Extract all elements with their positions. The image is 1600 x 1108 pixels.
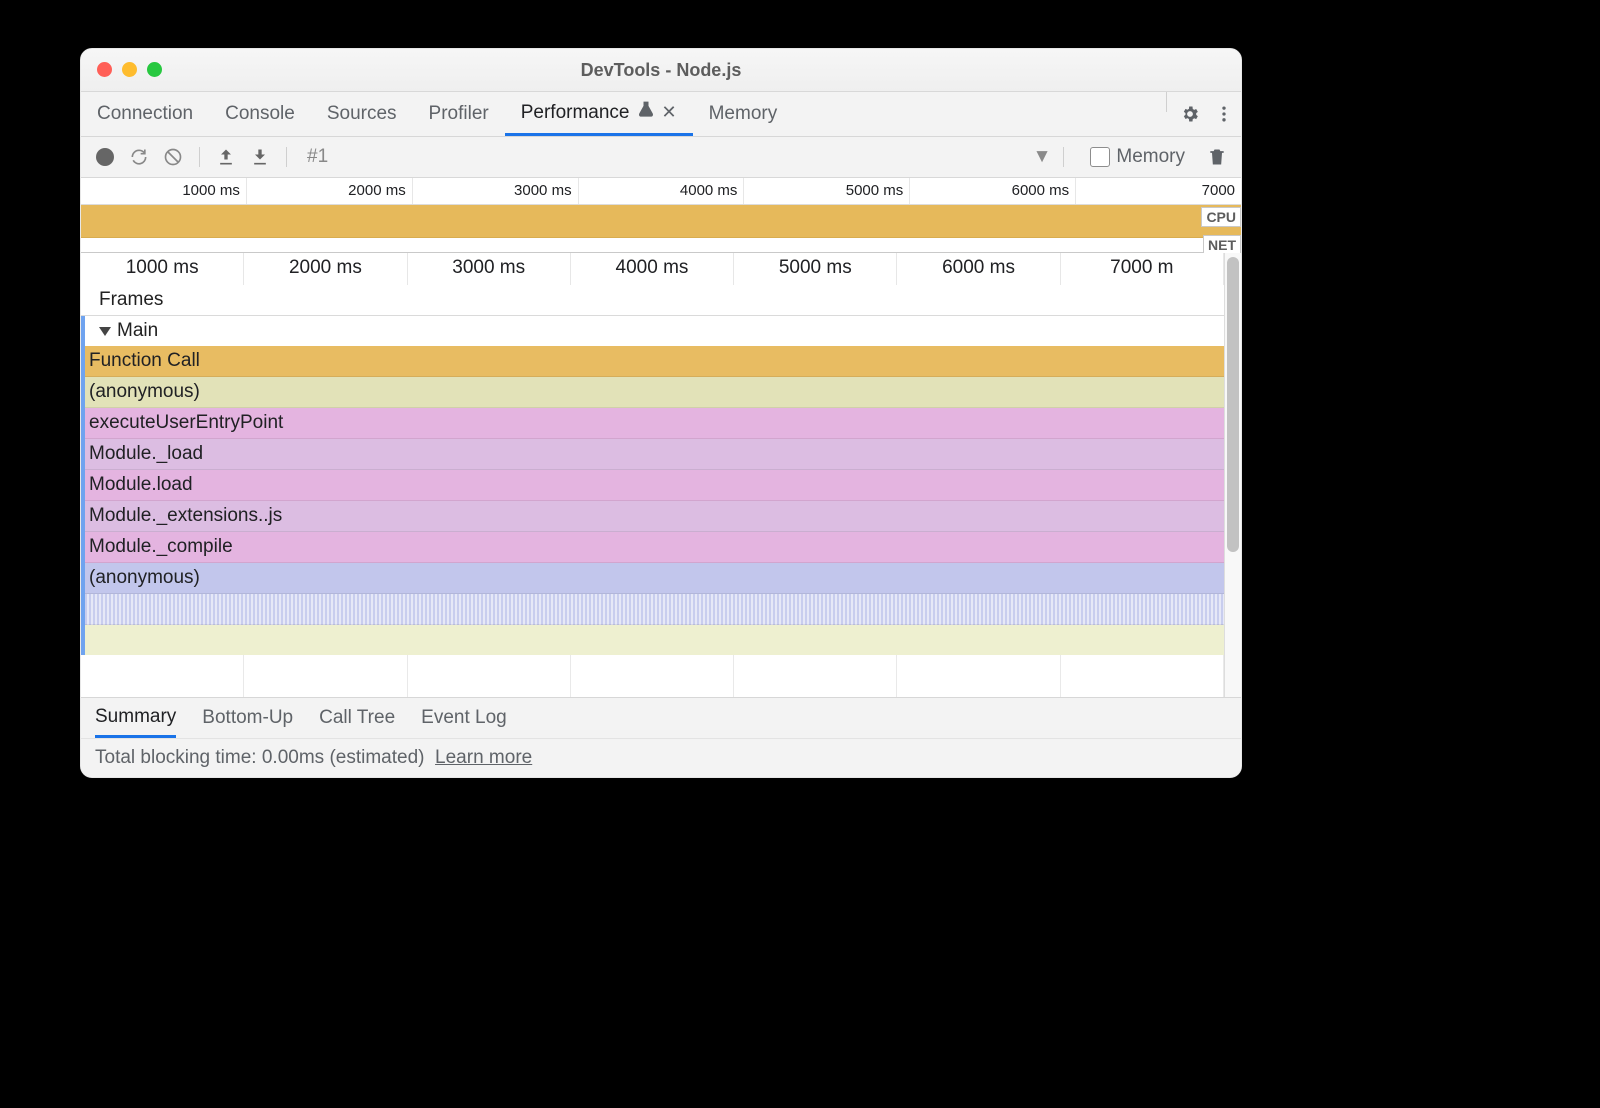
minimize-window-button[interactable] [122,62,137,77]
main-tabs: Connection Console Sources Profiler Perf… [81,92,1241,137]
record-button[interactable] [91,143,119,171]
tick: 5000 ms [734,253,897,285]
tab-sources[interactable]: Sources [311,92,413,136]
flame-bar[interactable] [81,594,1224,625]
checkbox-icon [1090,147,1110,167]
clear-button[interactable] [159,143,187,171]
learn-more-link[interactable]: Learn more [435,747,532,768]
tick: 7000 [1076,178,1241,204]
tab-label: Profiler [429,103,489,125]
tab-label: Connection [97,103,193,125]
caret-down-icon [99,327,111,336]
scrollbar-thumb[interactable] [1227,257,1239,552]
zoom-window-button[interactable] [147,62,162,77]
dtab-call-tree[interactable]: Call Tree [319,698,395,738]
tab-label: Sources [327,103,397,125]
dtab-bottom-up[interactable]: Bottom-Up [202,698,293,738]
tick: 3000 ms [408,253,571,285]
memory-checkbox-label: Memory [1116,146,1185,168]
tab-console[interactable]: Console [209,92,311,136]
flame-bar[interactable]: Module._extensions..js [81,501,1224,532]
titlebar: DevTools - Node.js [81,49,1241,92]
record-icon [96,148,114,166]
overview-ruler: 1000 ms 2000 ms 3000 ms 4000 ms 5000 ms … [81,178,1241,205]
flame-bar[interactable]: Module.load [81,470,1224,501]
status-value: 0.00ms (estimated) [262,747,425,768]
overview[interactable]: 1000 ms 2000 ms 3000 ms 4000 ms 5000 ms … [81,178,1241,253]
flask-icon [636,100,656,126]
reload-button[interactable] [125,143,153,171]
flame-bar[interactable] [81,625,1224,655]
detail-tabs: Summary Bottom-Up Call Tree Event Log [81,697,1241,738]
status-prefix: Total blocking time: [95,747,262,768]
frames-track-header[interactable]: Frames [81,285,1224,316]
dtab-label: Bottom-Up [202,707,293,729]
tab-memory[interactable]: Memory [693,92,794,136]
tab-label: Console [225,103,295,125]
scrollbar[interactable] [1224,253,1241,697]
traffic-lights [97,62,162,77]
flamechart-ruler: 1000 ms 2000 ms 3000 ms 4000 ms 5000 ms … [81,253,1224,285]
tick: 2000 ms [244,253,407,285]
window-title: DevTools - Node.js [81,60,1241,81]
main-label: Main [117,320,158,342]
tick: 7000 m [1061,253,1224,285]
selection-indicator [81,316,85,655]
devtools-window: { "window": { "title": "DevTools - Node.… [80,48,1242,778]
tick: 6000 ms [910,178,1076,204]
dtab-event-log[interactable]: Event Log [421,698,507,738]
tick: 4000 ms [579,178,745,204]
memory-checkbox[interactable]: Memory [1090,146,1185,168]
statusbar: Total blocking time: 0.00ms (estimated) … [81,738,1241,777]
net-label: NET [1203,235,1241,255]
tab-label: Memory [709,103,778,125]
download-button[interactable] [246,143,274,171]
toolbar: #1 ▼ Memory [81,137,1241,178]
upload-button[interactable] [212,143,240,171]
flame-bar[interactable]: Module._load [81,439,1224,470]
tab-label: Performance [521,102,630,124]
flame-bar[interactable]: (anonymous) [81,377,1224,408]
session-name[interactable]: #1 [299,146,375,168]
tick: 2000 ms [247,178,413,204]
flamechart[interactable]: 1000 ms 2000 ms 3000 ms 4000 ms 5000 ms … [81,253,1241,697]
dtab-label: Summary [95,706,176,728]
close-tab-icon[interactable]: ✕ [662,102,677,123]
tab-connection[interactable]: Connection [81,92,209,136]
flame-bar[interactable]: executeUserEntryPoint [81,408,1224,439]
tab-performance[interactable]: Performance ✕ [505,92,693,136]
cpu-label: CPU [1201,207,1241,227]
settings-button[interactable] [1173,92,1207,136]
flame-bar[interactable]: (anonymous) [81,563,1224,594]
frames-label: Frames [99,289,163,311]
trash-button[interactable] [1203,143,1231,171]
main-track-header[interactable]: Main [81,316,1224,346]
tick: 4000 ms [571,253,734,285]
tick: 3000 ms [413,178,579,204]
tick: 1000 ms [81,253,244,285]
tick: 6000 ms [897,253,1060,285]
flame-bar[interactable]: Module._compile [81,532,1224,563]
flame-bar[interactable]: Function Call [81,346,1224,377]
dtab-label: Call Tree [319,707,395,729]
dtab-label: Event Log [421,707,507,729]
overview-net-band: NET [81,238,1241,253]
overview-cpu-band: CPU [81,205,1241,238]
dtab-summary[interactable]: Summary [95,698,176,738]
session-dropdown-caret[interactable]: ▼ [1033,146,1052,168]
tick: 1000 ms [81,178,247,204]
tab-profiler[interactable]: Profiler [413,92,505,136]
more-button[interactable] [1207,92,1241,136]
close-window-button[interactable] [97,62,112,77]
tick: 5000 ms [744,178,910,204]
